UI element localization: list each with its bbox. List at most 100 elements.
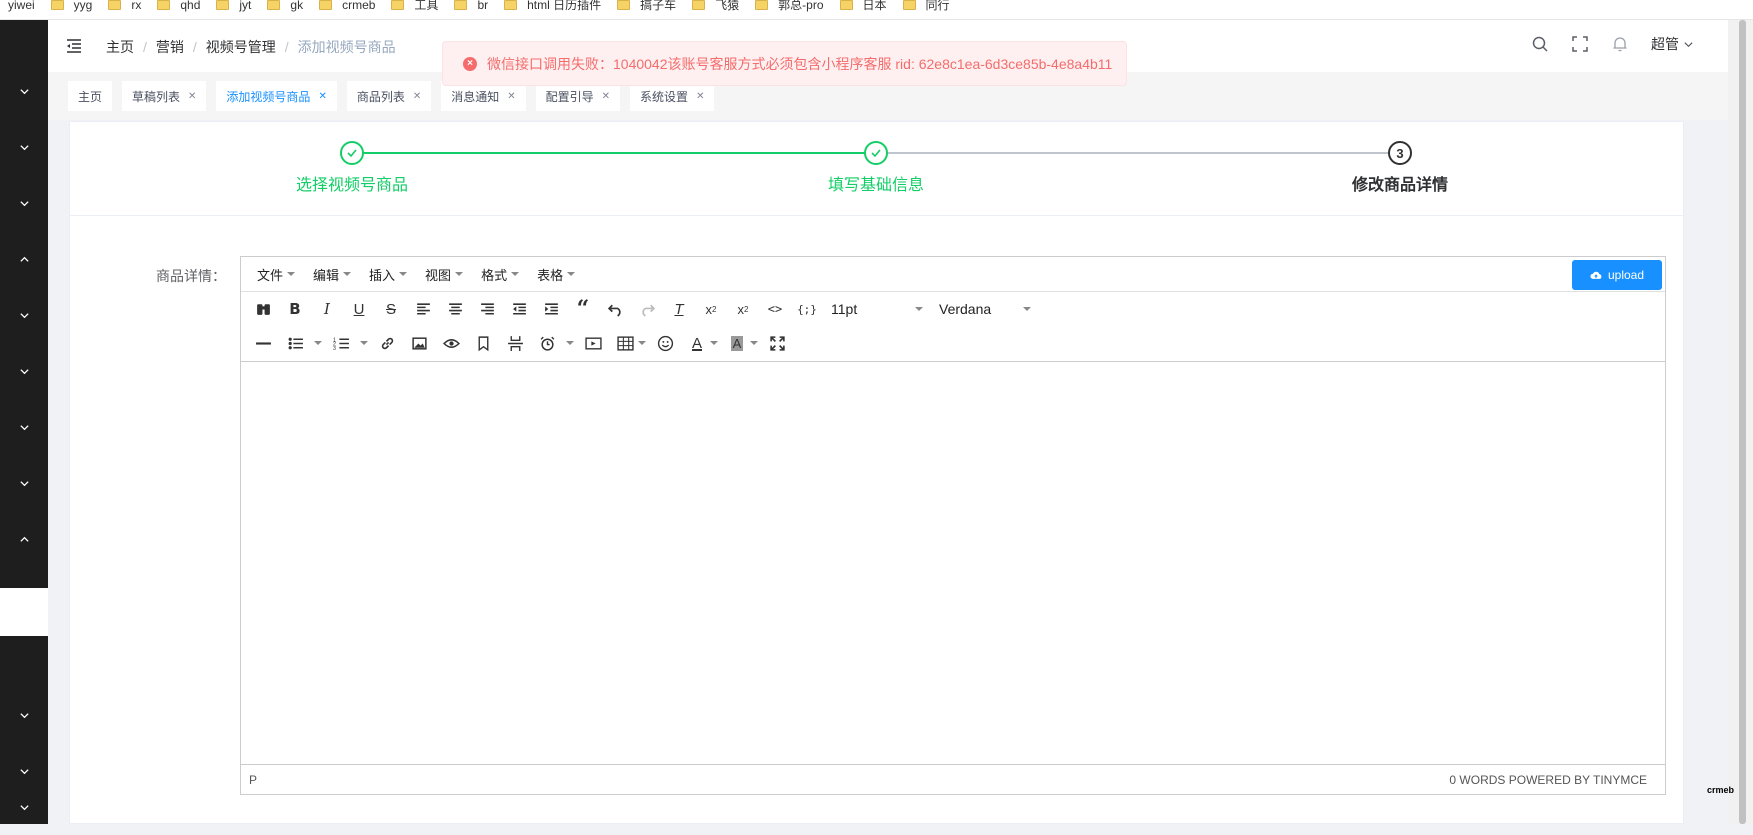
horizontal-rule-icon[interactable] <box>247 328 279 358</box>
bookmark-item[interactable]: rx <box>100 0 149 15</box>
media-icon[interactable] <box>577 328 609 358</box>
tag-product-list[interactable]: 商品列表 ✕ <box>346 81 432 111</box>
tag-home[interactable]: 主页 <box>68 81 113 111</box>
sidebar-item[interactable] <box>0 119 48 175</box>
bookmark-item[interactable]: 搞子车 <box>609 0 684 15</box>
menu-fold-icon[interactable] <box>66 37 84 55</box>
sidebar-item[interactable] <box>0 399 48 455</box>
bookmark-icon[interactable] <box>467 328 499 358</box>
bookmark-item[interactable]: yiwei <box>0 0 43 15</box>
code-sample-icon[interactable]: {;} <box>791 294 823 324</box>
blockquote-icon[interactable]: “ <box>567 294 599 324</box>
bullet-list-icon[interactable] <box>279 328 311 358</box>
sidebar-item-active[interactable] <box>0 588 48 636</box>
italic-icon[interactable]: I <box>311 294 343 324</box>
bookmark-item[interactable]: gk <box>259 0 311 15</box>
strikethrough-icon[interactable]: S <box>375 294 407 324</box>
user-dropdown[interactable]: 超管 <box>1651 34 1694 54</box>
breadcrumb-item[interactable]: 营销 <box>156 37 184 57</box>
breadcrumb-item[interactable]: 视频号管理 <box>206 37 276 57</box>
preview-icon[interactable] <box>435 328 467 358</box>
chevron-down-icon <box>19 144 29 150</box>
align-right-icon[interactable] <box>471 294 503 324</box>
sidebar-item[interactable] <box>0 511 48 567</box>
breadcrumb-separator: / <box>192 39 197 55</box>
search-icon[interactable] <box>1531 35 1549 53</box>
find-replace-icon[interactable] <box>247 294 279 324</box>
code-icon[interactable]: <> <box>759 294 791 324</box>
fullscreen-icon[interactable] <box>1571 35 1589 53</box>
close-icon[interactable]: ✕ <box>602 91 610 102</box>
chevron-down-icon <box>19 804 29 810</box>
sidebar-item[interactable] <box>0 687 48 743</box>
sidebar-item[interactable] <box>0 779 48 835</box>
underline-icon[interactable]: U <box>343 294 375 324</box>
close-icon[interactable]: ✕ <box>318 91 326 102</box>
menu-file[interactable]: 文件 <box>249 265 303 284</box>
bookmark-item[interactable]: 飞猿 <box>684 0 747 15</box>
alarm-clock-icon[interactable] <box>531 328 563 358</box>
remove-format-icon[interactable]: T <box>663 294 695 324</box>
sidebar-item[interactable] <box>0 343 48 399</box>
menu-format[interactable]: 格式 <box>473 265 527 284</box>
bookmark-item[interactable]: jyt <box>208 0 259 15</box>
scrollbar-thumb[interactable] <box>1739 20 1746 824</box>
close-icon[interactable]: ✕ <box>507 91 515 102</box>
tag-add-video-product[interactable]: 添加视频号商品 ✕ <box>216 81 337 111</box>
sidebar-item[interactable] <box>0 287 48 343</box>
sidebar-item[interactable] <box>0 455 48 511</box>
align-left-icon[interactable] <box>407 294 439 324</box>
bookmark-item[interactable]: qhd <box>149 0 208 15</box>
caret-down-icon[interactable] <box>635 328 649 358</box>
numbered-list-icon[interactable]: 123 <box>325 328 357 358</box>
bookmark-item[interactable]: br <box>446 0 496 15</box>
outdent-icon[interactable] <box>503 294 535 324</box>
caret-down-icon[interactable] <box>707 328 721 358</box>
bell-icon[interactable] <box>1611 35 1629 53</box>
caret-down-icon[interactable] <box>311 328 325 358</box>
bookmark-item[interactable]: crmeb <box>311 0 383 15</box>
menu-view[interactable]: 视图 <box>417 265 471 284</box>
bookmark-item[interactable]: yyg <box>43 0 101 15</box>
caret-down-icon[interactable] <box>357 328 371 358</box>
indent-icon[interactable] <box>535 294 567 324</box>
sidebar-item[interactable] <box>0 175 48 231</box>
breadcrumb-item[interactable]: 主页 <box>106 37 134 57</box>
redo-icon[interactable] <box>631 294 663 324</box>
superscript-icon[interactable]: x2 <box>727 294 759 324</box>
undo-icon[interactable] <box>599 294 631 324</box>
close-icon[interactable]: ✕ <box>413 91 421 102</box>
sidebar-item[interactable] <box>0 63 48 119</box>
caret-down-icon <box>343 272 352 276</box>
font-size-select[interactable]: 11pt <box>823 294 931 324</box>
menu-insert[interactable]: 插入 <box>361 265 415 284</box>
header-actions: 超管 <box>1531 34 1694 54</box>
align-center-icon[interactable] <box>439 294 471 324</box>
close-icon[interactable]: ✕ <box>696 91 704 102</box>
element-path[interactable]: P <box>249 773 257 787</box>
bookmark-item[interactable]: 日本 <box>832 0 895 15</box>
caret-down-icon[interactable] <box>747 328 761 358</box>
subscript-icon[interactable]: x2 <box>695 294 727 324</box>
caret-down-icon <box>287 272 296 276</box>
emoji-icon[interactable] <box>649 328 681 358</box>
link-icon[interactable] <box>371 328 403 358</box>
fullscreen-icon[interactable] <box>761 328 793 358</box>
editor-content-area[interactable] <box>241 361 1665 764</box>
image-icon[interactable] <box>403 328 435 358</box>
menu-edit[interactable]: 编辑 <box>305 265 359 284</box>
close-icon[interactable]: ✕ <box>188 91 196 102</box>
bookmark-item[interactable]: 郭总-pro <box>747 0 831 15</box>
bold-icon[interactable]: B <box>279 294 311 324</box>
bookmark-item[interactable]: 同行 <box>895 0 958 15</box>
upload-button[interactable]: upload <box>1572 260 1662 290</box>
menu-table[interactable]: 表格 <box>529 265 583 284</box>
tag-draft-list[interactable]: 草稿列表 ✕ <box>122 81 207 111</box>
bookmark-item[interactable]: 工具 <box>383 0 446 15</box>
page-break-icon[interactable] <box>499 328 531 358</box>
bookmark-item[interactable]: html 日历插件 <box>496 0 609 15</box>
caret-down-icon[interactable] <box>563 328 577 358</box>
font-family-select[interactable]: Verdana <box>931 294 1039 324</box>
sidebar-item[interactable] <box>0 231 48 287</box>
caret-down-icon <box>567 272 576 276</box>
